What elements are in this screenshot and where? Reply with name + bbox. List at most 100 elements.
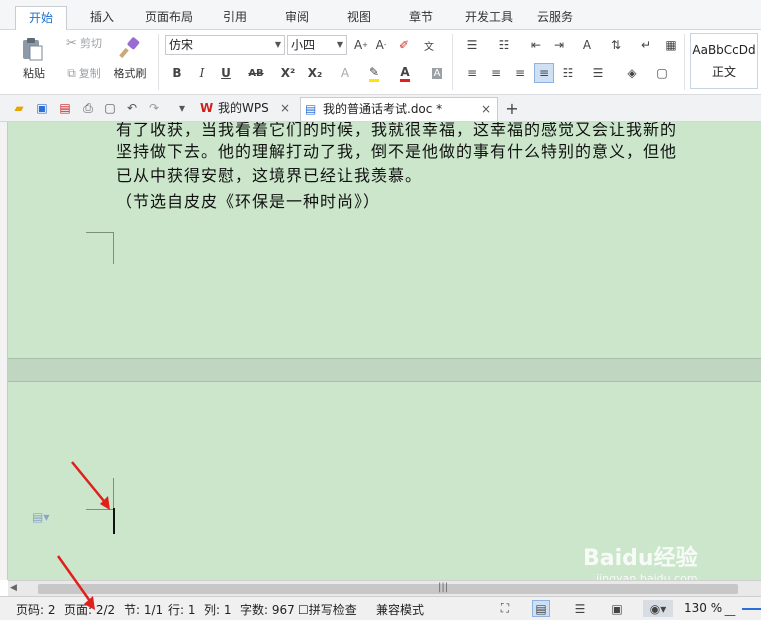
tab-home[interactable]: 开始: [15, 6, 67, 30]
status-column[interactable]: 列: 1: [204, 601, 232, 618]
fullscreen-icon[interactable]: ⛶: [496, 600, 514, 617]
status-word-count[interactable]: 字数: 967: [240, 601, 295, 618]
font-size-select[interactable]: 小四 ▼: [287, 35, 347, 55]
show-hide-marks-icon[interactable]: ↵: [636, 35, 656, 55]
font-name-select[interactable]: 仿宋 ▼: [165, 35, 285, 55]
paragraph-shading-icon[interactable]: ◈: [622, 63, 642, 83]
tab-document[interactable]: ▤ 我的普通话考试.doc * ×: [300, 97, 498, 121]
align-right-icon[interactable]: ≡: [510, 63, 530, 83]
tab-cloud[interactable]: 云服务: [530, 6, 580, 30]
ribbon-divider: [452, 34, 453, 90]
close-icon[interactable]: ×: [280, 97, 290, 119]
justify-icon[interactable]: ≡: [534, 63, 554, 83]
spell-check-toggle[interactable]: ☐拼写检查: [298, 601, 357, 618]
bullet-list-icon[interactable]: ☰: [462, 35, 482, 55]
tab-section[interactable]: 章节: [398, 6, 444, 30]
left-margin-strip: [0, 122, 8, 580]
status-compat-mode: 兼容模式: [376, 603, 425, 617]
ribbon-home-panel: 粘贴 ✂ 剪切 ⧉ 复制 格式刷 仿宋 ▼ 小四 ▼ A + A- ✐ 文 B I U…: [0, 30, 761, 95]
chevron-down-icon: ▼: [274, 40, 281, 49]
bold-button[interactable]: B: [167, 63, 187, 83]
eye-protection-icon[interactable]: ◉▾: [643, 600, 673, 617]
zoom-out-icon[interactable]: —: [724, 608, 736, 620]
page-view-icon[interactable]: ▤: [532, 600, 550, 617]
scrollbar-thumb[interactable]: [38, 584, 738, 594]
open-folder-icon[interactable]: ▰: [11, 100, 27, 116]
table-icon[interactable]: ▦: [661, 35, 681, 55]
tab-insert[interactable]: 插入: [80, 6, 124, 30]
tab-developer[interactable]: 开发工具: [458, 6, 520, 30]
paste-icon[interactable]: [12, 34, 52, 64]
tab-review[interactable]: 审阅: [274, 6, 320, 30]
document-canvas[interactable]: 有了收获，当我看着它们的时候，我就很幸福，这幸福的感觉又会让我新的 坚持做下去。…: [8, 122, 761, 580]
text-direction-icon[interactable]: ⇅: [606, 35, 626, 55]
chinese-layout-icon[interactable]: A: [577, 35, 597, 55]
save-icon[interactable]: ▣: [34, 100, 50, 116]
strikethrough-button[interactable]: AB: [243, 63, 269, 83]
status-row[interactable]: 行: 1: [168, 601, 196, 618]
style-gallery-normal[interactable]: AaBbCcDd 正文: [690, 33, 758, 89]
phonetic-guide-icon[interactable]: 文: [419, 35, 439, 55]
annotation-arrow-icon: [56, 555, 95, 610]
distributed-align-icon[interactable]: ☷: [558, 63, 578, 83]
tab-my-wps[interactable]: W 我的WPS ×: [196, 97, 296, 121]
copy-icon: ⧉: [67, 65, 76, 80]
customize-toolbar-icon[interactable]: ▾: [174, 100, 190, 116]
copy-button[interactable]: ⧉ 复制: [60, 64, 108, 82]
status-bar: 页码: 2 页面: 2/2 节: 1/1 行: 1 列: 1 字数: 967 ☐…: [0, 596, 761, 620]
underline-button[interactable]: U: [216, 63, 236, 83]
cut-button[interactable]: ✂ 剪切: [60, 34, 108, 52]
tab-view[interactable]: 视图: [336, 6, 382, 30]
format-painter-button[interactable]: 格式刷: [108, 65, 152, 81]
status-section[interactable]: 节: 1/1: [124, 601, 163, 618]
horizontal-scrollbar[interactable]: ◀ |||: [8, 580, 761, 596]
document-line: 坚持做下去。他的理解打动了我，倒不是他做的事有什么特别的意义，但他: [116, 142, 678, 161]
grip-icon: |||: [438, 582, 449, 593]
scroll-left-icon[interactable]: ◀: [10, 583, 17, 593]
document-line: （节选自皮皮《环保是一种时尚》）: [116, 192, 381, 211]
page-corner-mark: [86, 232, 114, 264]
chevron-down-icon: ▼: [336, 40, 343, 49]
text-effect-icon[interactable]: A: [335, 63, 355, 83]
subscript-button[interactable]: X₂: [305, 63, 325, 83]
status-page-code[interactable]: 页码: 2: [16, 601, 56, 618]
web-view-icon[interactable]: ▣: [608, 600, 626, 617]
outline-view-icon[interactable]: ☰: [571, 600, 589, 617]
document-line: 已从中获得安慰，这境界已经让我羡慕。: [116, 166, 423, 185]
document-icon: ▤: [305, 102, 317, 116]
ribbon-divider: [684, 34, 685, 90]
paste-button[interactable]: 粘贴: [14, 65, 54, 81]
zoom-level[interactable]: 130 %: [684, 601, 722, 615]
superscript-button[interactable]: X²: [278, 63, 298, 83]
clear-format-icon[interactable]: ✐: [394, 35, 414, 55]
page-separator: [8, 358, 761, 382]
increase-indent-icon[interactable]: ⇥: [549, 35, 569, 55]
new-tab-button[interactable]: +: [504, 99, 520, 118]
line-spacing-icon[interactable]: ☰: [588, 63, 608, 83]
zoom-slider[interactable]: [742, 608, 761, 610]
format-painter-icon[interactable]: [113, 34, 147, 62]
watermark-brand: Baidu经验: [583, 546, 698, 571]
borders-icon[interactable]: ▢: [652, 63, 672, 83]
close-icon[interactable]: ×: [481, 98, 491, 120]
tab-references[interactable]: 引用: [212, 6, 258, 30]
paste-options-icon[interactable]: ▤▾: [32, 510, 49, 524]
align-center-icon[interactable]: ≡: [486, 63, 506, 83]
align-left-icon[interactable]: ≡: [462, 63, 482, 83]
decrease-indent-icon[interactable]: ⇤: [526, 35, 546, 55]
print-preview-icon[interactable]: ▢: [102, 100, 118, 116]
undo-icon[interactable]: ↶: [124, 100, 140, 116]
numbered-list-icon[interactable]: ☷: [494, 35, 514, 55]
quick-access-toolbar: ▰ ▣ ▤ ⎙ ▢ ↶ ↷ ▾ W 我的WPS × ▤ 我的普通话考试.doc …: [0, 95, 761, 122]
highlight-color-icon[interactable]: ✎: [364, 63, 384, 83]
export-pdf-icon[interactable]: ▤: [57, 100, 73, 116]
grow-font-icon[interactable]: A +: [351, 35, 371, 55]
watermark-url: jingyan.baidu.com: [596, 572, 698, 580]
char-shading-icon[interactable]: A: [427, 63, 447, 83]
redo-icon[interactable]: ↷: [146, 100, 162, 116]
font-color-icon[interactable]: A: [395, 63, 415, 83]
shrink-font-icon[interactable]: A-: [371, 35, 391, 55]
print-icon[interactable]: ⎙: [80, 100, 96, 116]
tab-page-layout[interactable]: 页面布局: [138, 6, 200, 30]
italic-button[interactable]: I: [192, 63, 212, 83]
